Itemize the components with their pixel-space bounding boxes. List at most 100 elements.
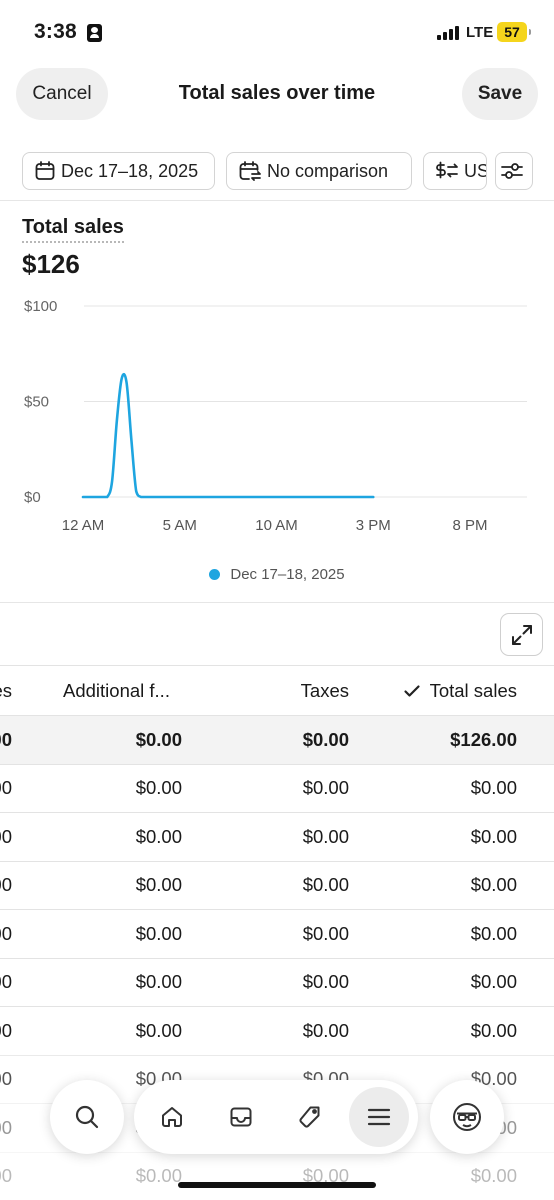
avatar-icon <box>453 1103 481 1131</box>
table-cell: $0.00 <box>470 1019 517 1041</box>
table-row: 00 $0.00 $0.00 $0.00 <box>0 1006 554 1055</box>
total-sales-line-chart: $100 $50 $0 12 AM 5 AM 10 AM 3 PM 8 PM <box>24 298 527 534</box>
table-cell: $0.00 <box>135 1165 182 1187</box>
table-header-row: es Additional f... Taxes Total sales <box>0 665 554 715</box>
legend-label: Dec 17–18, 2025 <box>230 566 345 583</box>
y-tick-label: $0 <box>24 489 41 506</box>
x-tick-label: 10 AM <box>255 517 298 534</box>
table-cell: $0.00 <box>470 1165 517 1187</box>
table-cell: $0.00 <box>302 1165 349 1187</box>
table-cell: $0.00 <box>470 971 517 993</box>
table-cell: 00 <box>0 825 12 847</box>
table-cell: $0.00 <box>135 922 182 944</box>
calendar-compare-icon <box>239 161 261 181</box>
currency-label: US <box>464 160 487 181</box>
table-cell: 00 <box>0 728 12 750</box>
table-cell: $0.00 <box>302 777 349 799</box>
x-tick-label: 8 PM <box>452 517 487 534</box>
home-indicator <box>178 1182 376 1188</box>
metric-label[interactable]: Total sales <box>22 216 124 243</box>
column-header[interactable]: Taxes <box>301 666 349 715</box>
currency-exchange-icon <box>436 161 458 179</box>
bottom-nav <box>134 1080 418 1154</box>
table-cell: $0.00 <box>302 971 349 993</box>
inbox-icon <box>230 1107 252 1127</box>
nav-inbox[interactable] <box>211 1087 271 1147</box>
nav-products[interactable] <box>280 1087 340 1147</box>
contact-card-icon <box>87 24 102 42</box>
menu-icon <box>367 1108 391 1126</box>
table-cell: 00 <box>0 922 12 944</box>
x-tick-label: 3 PM <box>356 517 391 534</box>
table-row: 00 $0.00 $0.00 $0.00 <box>0 860 554 910</box>
signal-icon <box>437 26 461 40</box>
save-button[interactable]: Save <box>462 68 538 120</box>
table-row: 00 $0.00 $0.00 $0.00 <box>0 763 554 813</box>
table-cell: $0.00 <box>302 728 349 750</box>
metric-value: $126 <box>22 249 80 279</box>
comparison-label: No comparison <box>267 160 389 181</box>
series-line <box>81 372 375 499</box>
date-range-label: Dec 17–18, 2025 <box>61 160 199 181</box>
table-row: 00 $0.00 $0.00 $0.00 <box>0 909 554 958</box>
table-cell: $0.00 <box>470 874 517 896</box>
table-cell: $0.00 <box>302 825 349 847</box>
search-button[interactable] <box>50 1080 124 1154</box>
table-cell: 00 <box>0 777 12 799</box>
calendar-icon <box>35 161 55 180</box>
table-cell: 00 <box>0 1068 12 1090</box>
nav-home[interactable] <box>142 1087 202 1147</box>
nav-menu[interactable] <box>349 1087 409 1147</box>
home-icon <box>162 1107 182 1127</box>
currency-button[interactable]: US <box>423 152 487 190</box>
x-tick-label: 12 AM <box>62 517 105 534</box>
table-cell: $0.00 <box>135 971 182 993</box>
table-cell: $0.00 <box>135 1019 182 1041</box>
tag-icon <box>299 1106 320 1128</box>
expand-button[interactable] <box>500 613 543 656</box>
table-cell: 00 <box>0 874 12 896</box>
column-header[interactable]: Additional f... <box>63 666 170 715</box>
checkmark-icon <box>403 684 420 697</box>
profile-button[interactable] <box>430 1080 504 1154</box>
column-header-sorted[interactable]: Total sales <box>402 666 517 715</box>
divider <box>0 602 554 603</box>
column-header[interactable]: es <box>0 666 12 715</box>
table-cell: $0.00 <box>302 874 349 896</box>
filter-bar: Dec 17–18, 2025 No comparison US <box>0 152 554 192</box>
filter-settings-button[interactable] <box>495 152 533 190</box>
table-cell: $0.00 <box>302 1019 349 1041</box>
y-tick-label: $50 <box>24 394 49 411</box>
battery-level: 57 <box>504 24 520 40</box>
table-cell: $0.00 <box>470 825 517 847</box>
table-cell: $0.00 <box>135 728 182 750</box>
table-row: 00 $0.00 $0.00 $0.00 <box>0 1151 554 1200</box>
table-cell: 00 <box>0 1019 12 1041</box>
column-header-label: Total sales <box>429 679 517 701</box>
divider <box>0 200 554 201</box>
x-tick-label: 5 AM <box>163 517 197 534</box>
date-range-button[interactable]: Dec 17–18, 2025 <box>22 152 215 190</box>
comparison-button[interactable]: No comparison <box>226 152 412 190</box>
table-cell: $0.00 <box>135 777 182 799</box>
table-row: 00 $0.00 $0.00 $0.00 <box>0 812 554 861</box>
table-total-row: 00 $0.00 $0.00 $126.00 <box>0 715 554 764</box>
expand-icon <box>511 624 532 645</box>
table-cell: $126.00 <box>450 728 517 750</box>
header: Cancel Total sales over time Save <box>0 66 554 122</box>
table-cell: $0.00 <box>470 777 517 799</box>
table-cell: 00 <box>0 1165 12 1187</box>
table-cell: $0.00 <box>135 874 182 896</box>
table-cell: $0.00 <box>135 825 182 847</box>
table-cell: 00 <box>0 971 12 993</box>
table-row: 00 $0.00 $0.00 $0.00 <box>0 957 554 1007</box>
search-icon <box>75 1105 99 1129</box>
battery-icon: 57 <box>497 22 531 42</box>
table-cell: 00 <box>0 1116 12 1138</box>
table-cell: $0.00 <box>470 922 517 944</box>
network-type: LTE <box>466 24 494 41</box>
status-time: 3:38 <box>34 20 77 43</box>
chart-legend: Dec 17–18, 2025 <box>0 566 554 583</box>
table-cell: $0.00 <box>302 922 349 944</box>
sliders-icon <box>501 163 523 179</box>
